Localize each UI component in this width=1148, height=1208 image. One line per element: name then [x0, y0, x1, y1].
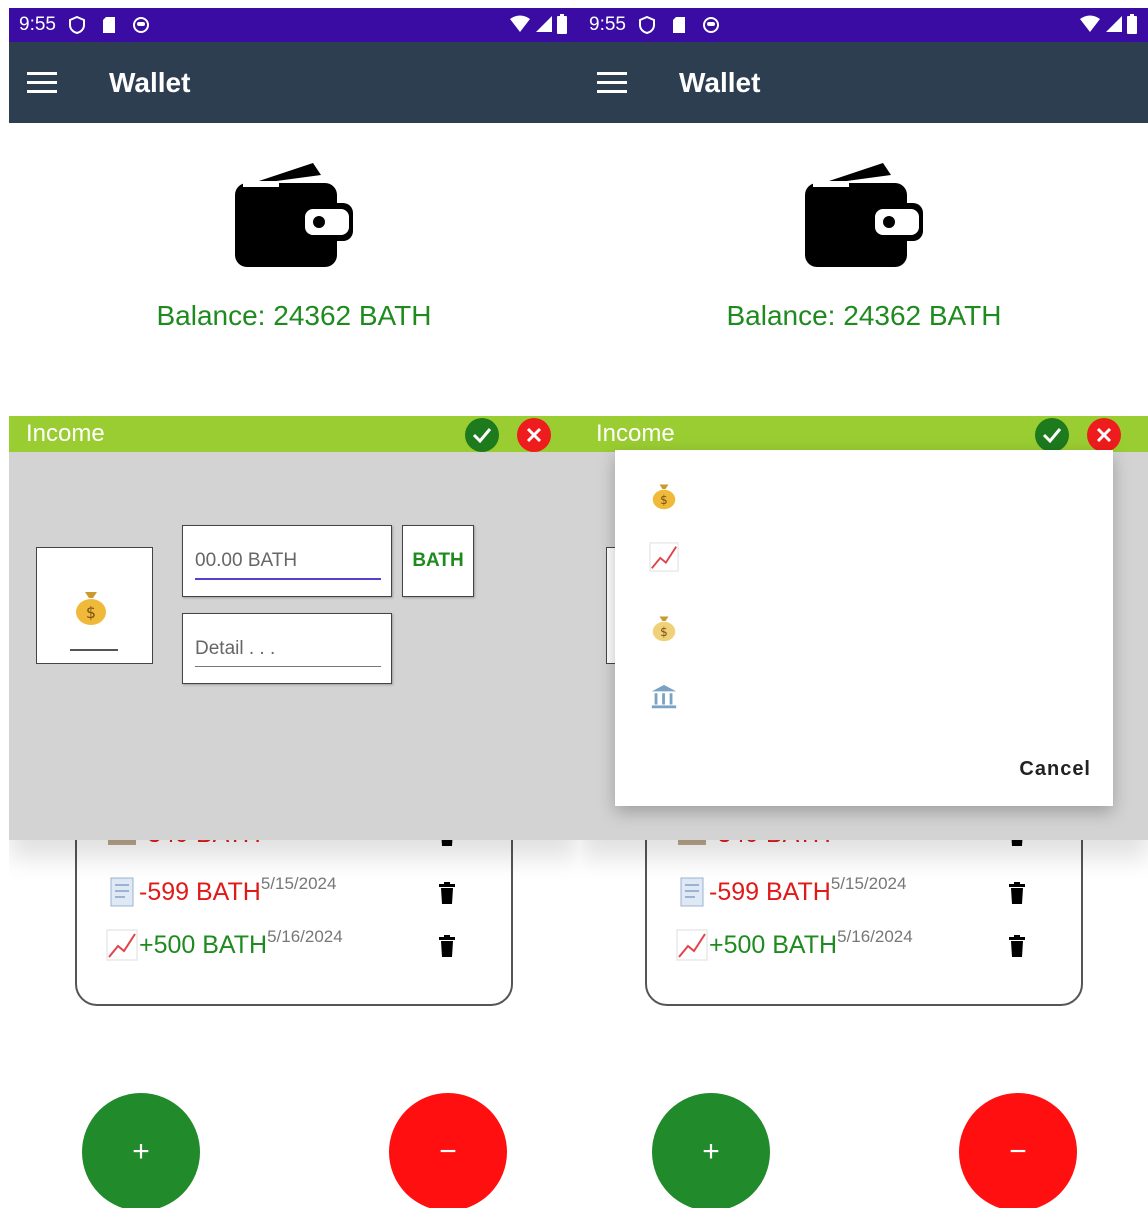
screen-category-picker: 9:55 Wallet Balance: 24362 BATH -349 BAT… [579, 0, 1148, 1208]
trash-icon[interactable] [439, 935, 455, 957]
close-button[interactable] [1087, 418, 1121, 452]
signal-icon [1105, 15, 1123, 39]
history-row: -599 BATH 5/15/2024 [675, 872, 1075, 912]
svg-text:$: $ [660, 625, 668, 639]
shield-icon [638, 16, 656, 34]
dialog-header: Income [9, 416, 579, 452]
wallet-icon [805, 163, 923, 267]
close-icon [1096, 427, 1112, 443]
trash-icon[interactable] [1009, 882, 1025, 904]
category-picker-dialog: $ $ Cancel [615, 450, 1113, 806]
check-icon [1042, 428, 1062, 443]
amount-field[interactable]: 00.00 BATH [182, 525, 392, 597]
chart-up-icon [675, 928, 709, 962]
app-bar: Wallet [9, 42, 579, 123]
signal-icon [535, 15, 553, 39]
status-bar: 9:55 [579, 8, 1148, 42]
close-button[interactable] [517, 418, 551, 452]
history-row: +500 BATH 5/16/2024 [675, 925, 1075, 965]
add-income-button[interactable]: + [82, 1093, 200, 1208]
confirm-button[interactable] [465, 418, 499, 452]
trash-icon[interactable] [439, 882, 455, 904]
hamburger-icon [27, 71, 57, 93]
face-icon [702, 16, 720, 34]
cancel-button[interactable]: Cancel [1019, 758, 1091, 781]
face-icon [132, 16, 150, 34]
menu-button[interactable] [9, 42, 89, 123]
history-row: +500 BATH 5/16/2024 [105, 925, 505, 965]
confirm-button[interactable] [1035, 418, 1069, 452]
menu-button[interactable] [579, 42, 659, 123]
app-title: Wallet [109, 66, 191, 98]
wifi-icon [1079, 15, 1101, 39]
status-time: 9:55 [19, 14, 56, 35]
add-expense-button[interactable]: − [959, 1093, 1077, 1208]
category-underline [70, 649, 118, 651]
bank-icon[interactable] [649, 682, 679, 712]
history-date: 5/16/2024 [837, 927, 913, 946]
detail-field[interactable]: Detail . . . [182, 613, 392, 684]
receipt-icon [675, 875, 709, 909]
history-date: 5/16/2024 [267, 927, 343, 946]
dialog-title: Income [596, 420, 675, 447]
chart-up-icon [105, 928, 139, 962]
wifi-icon [509, 15, 531, 39]
history-date: 5/15/2024 [260, 874, 337, 893]
svg-text:$: $ [86, 603, 96, 622]
history-amount: +500 BATH [709, 930, 838, 959]
category-selector[interactable]: $ [36, 547, 153, 664]
balance-text: Balance: 24362 BATH [726, 300, 1002, 331]
money-bag-icon: $ [76, 592, 106, 625]
money-bag-icon[interactable]: $ [649, 612, 679, 642]
sd-card-icon [670, 16, 688, 34]
screen-income-form: 9:55 Wallet Balance: 24362 BATH -349 BAT… [9, 0, 579, 1208]
app-bar: Wallet [579, 42, 1148, 123]
detail-underline [195, 666, 381, 667]
history-row: -599 BATH 5/15/2024 [105, 872, 505, 912]
close-icon [526, 427, 542, 443]
amount-underline [195, 578, 381, 580]
dialog-header: Income [579, 416, 1148, 452]
income-dialog: Income $ 00.00 BATH BATH Detail . . . [9, 416, 579, 840]
history-amount: +500 BATH [139, 930, 268, 959]
receipt-icon [105, 875, 139, 909]
chart-up-icon[interactable] [649, 542, 679, 572]
hamburger-icon [597, 71, 627, 93]
add-income-button[interactable]: + [652, 1093, 770, 1208]
sd-card-icon [100, 16, 118, 34]
app-title: Wallet [679, 66, 761, 98]
history-amount: -599 BATH [709, 877, 831, 906]
wallet-icon [235, 163, 353, 267]
check-icon [472, 428, 492, 443]
trash-icon[interactable] [1009, 935, 1025, 957]
detail-placeholder: Detail . . . [195, 638, 276, 659]
svg-text:$: $ [660, 493, 668, 507]
add-expense-button[interactable]: − [389, 1093, 507, 1208]
status-time: 9:55 [589, 14, 626, 35]
history-date: 5/15/2024 [830, 874, 907, 893]
dialog-title: Income [26, 420, 105, 447]
amount-placeholder: 00.00 BATH [195, 550, 298, 571]
currency-button[interactable]: BATH [402, 525, 474, 597]
history-amount: -599 BATH [139, 877, 261, 906]
status-bar: 9:55 [9, 8, 579, 42]
shield-icon [68, 16, 86, 34]
battery-icon [1127, 14, 1137, 40]
balance-text: Balance: 24362 BATH [156, 300, 432, 331]
money-bag-icon[interactable]: $ [649, 480, 679, 510]
battery-icon [557, 14, 567, 40]
